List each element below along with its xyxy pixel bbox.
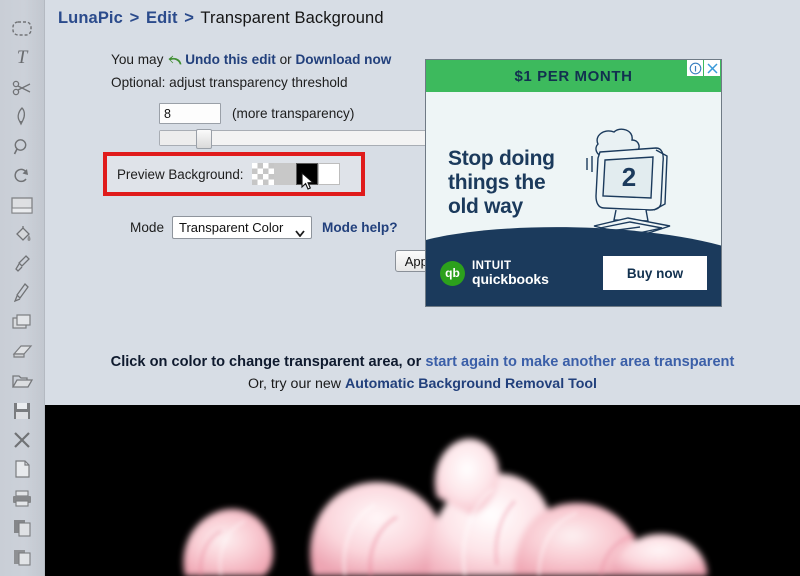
intro-prefix-text: You may xyxy=(111,52,168,67)
copy-pages-icon xyxy=(13,519,31,537)
paint-bucket-icon xyxy=(15,226,30,242)
mode-select[interactable]: Transparent Color xyxy=(172,216,313,239)
fill-tool[interactable] xyxy=(7,224,37,245)
threshold-hint-label: (more transparency) xyxy=(232,106,355,121)
transparency-form: You may Undo this edit or Download now O… xyxy=(111,50,461,149)
footer-instructions: Click on color to change transparent are… xyxy=(45,352,800,395)
select-tool[interactable] xyxy=(7,18,37,39)
ad-banner-text: $1 PER MONTH xyxy=(514,67,633,85)
print[interactable] xyxy=(7,488,37,509)
printer-icon xyxy=(13,490,31,507)
breadcrumb-section-link[interactable]: Edit xyxy=(146,9,178,27)
preview-background-highlight: Preview Background: xyxy=(103,152,365,196)
layers-tool[interactable] xyxy=(7,312,37,333)
advertisement-banner[interactable]: $1 PER MONTH Stop doing things the old w… xyxy=(425,59,722,307)
preview-background-swatches xyxy=(251,163,340,190)
footer-line-2: Or, try our new Automatic Background Rem… xyxy=(45,374,800,395)
image-canvas[interactable] xyxy=(45,405,800,576)
left-toolbar: T xyxy=(0,0,45,576)
magnifier-icon xyxy=(13,138,27,154)
ad-headline-line-2: things the xyxy=(448,171,546,194)
rotate-tool[interactable] xyxy=(7,165,37,186)
ad-body: Stop doing things the old way 2 qb INTUI… xyxy=(426,92,721,306)
border-tool[interactable] xyxy=(7,195,37,216)
mode-select-wrap: Transparent Color xyxy=(172,216,313,239)
start-again-link[interactable]: start again to make another area transpa… xyxy=(425,354,734,370)
threshold-row: (more transparency) xyxy=(111,103,461,124)
ad-illustration-number: 2 xyxy=(622,162,636,192)
close-file[interactable] xyxy=(7,429,37,450)
ad-close-icon[interactable] xyxy=(704,60,720,76)
ad-controls xyxy=(687,60,720,76)
pen-icon xyxy=(17,107,26,126)
text-tool[interactable]: T xyxy=(7,47,37,69)
rotate-refresh-icon xyxy=(14,168,28,183)
new-file[interactable] xyxy=(7,459,37,480)
lunapic-editor-window: T LunaPic > Edit > Transparent Backgroun… xyxy=(0,0,800,576)
swatch-gray[interactable] xyxy=(273,163,296,185)
breadcrumb-separator-1: > xyxy=(129,9,140,27)
folder-open-icon xyxy=(11,375,33,388)
page-document-icon xyxy=(14,460,30,478)
threshold-input[interactable] xyxy=(159,103,221,124)
buy-now-button[interactable]: Buy now xyxy=(603,256,707,290)
eraser-icon xyxy=(12,345,32,359)
pen-tool[interactable] xyxy=(7,107,37,128)
quickbooks-brand-text: INTUIT quickbooks xyxy=(472,260,549,286)
auto-background-removal-link[interactable]: Automatic Background Removal Tool xyxy=(345,376,597,392)
threshold-slider-wrap xyxy=(111,129,461,149)
swatch-transparent[interactable] xyxy=(251,163,274,185)
preview-background-label: Preview Background: xyxy=(117,166,244,182)
download-now-link[interactable]: Download now xyxy=(295,52,391,67)
border-rectangle-icon xyxy=(11,197,33,214)
scissors-tool[interactable] xyxy=(7,77,37,98)
quickbooks-brand-line: quickbooks xyxy=(472,271,549,287)
x-close-icon xyxy=(14,432,30,448)
undo-download-line: You may Undo this edit or Download now xyxy=(111,50,461,72)
floppy-save-icon xyxy=(14,402,30,419)
undo-this-edit-link[interactable]: Undo this edit xyxy=(185,52,276,67)
slider-handle[interactable] xyxy=(196,129,212,149)
swatch-white[interactable] xyxy=(317,163,340,185)
copy[interactable] xyxy=(7,517,37,538)
scissors-icon xyxy=(12,80,31,96)
save-file[interactable] xyxy=(7,400,37,421)
ad-info-icon[interactable] xyxy=(687,60,703,76)
eyedropper-tool[interactable] xyxy=(7,253,37,274)
swatch-black[interactable] xyxy=(295,163,318,185)
optional-threshold-text: Optional: adjust transparency threshold xyxy=(111,75,348,90)
eyedropper-icon xyxy=(15,255,30,273)
mode-row: Mode Transparent Color Mode help? xyxy=(130,216,398,239)
rose-petals-image xyxy=(45,405,800,576)
footer-line-2-prefix: Or, try our new xyxy=(248,376,345,392)
undo-arrow-icon xyxy=(168,53,183,72)
eraser-tool[interactable] xyxy=(7,341,37,362)
intro-middle-text: or xyxy=(275,52,296,67)
quickbooks-logo-icon: qb xyxy=(440,260,465,286)
slider-fill xyxy=(160,131,200,145)
ad-footer: qb INTUIT quickbooks Buy now xyxy=(426,240,721,306)
layers-icon xyxy=(12,314,31,329)
open-file[interactable] xyxy=(7,371,37,392)
brush-tool[interactable] xyxy=(7,283,37,304)
ad-headline-line-3: old way xyxy=(448,195,523,218)
footer-line-1-strong: Click on color to change transparent are… xyxy=(110,354,426,370)
paste-clipboard-icon xyxy=(13,550,31,566)
mode-help-link[interactable]: Mode help? xyxy=(322,220,398,235)
ad-headline-line-1: Stop doing xyxy=(448,147,555,170)
paste[interactable] xyxy=(7,547,37,568)
breadcrumb-separator-2: > xyxy=(184,9,195,27)
text-T-icon: T xyxy=(16,47,28,69)
ad-headline: Stop doing things the old way xyxy=(448,147,555,219)
mode-label: Mode xyxy=(130,220,165,235)
ad-top-bar: $1 PER MONTH xyxy=(426,60,721,92)
marquee-select-icon xyxy=(12,20,32,36)
zoom-tool[interactable] xyxy=(7,136,37,157)
threshold-slider[interactable] xyxy=(159,129,443,149)
breadcrumb: LunaPic > Edit > Transparent Background xyxy=(58,9,384,28)
breadcrumb-root-link[interactable]: LunaPic xyxy=(58,9,123,27)
paintbrush-icon xyxy=(14,283,29,303)
page-title: Transparent Background xyxy=(200,9,384,27)
footer-line-1: Click on color to change transparent are… xyxy=(45,352,800,373)
